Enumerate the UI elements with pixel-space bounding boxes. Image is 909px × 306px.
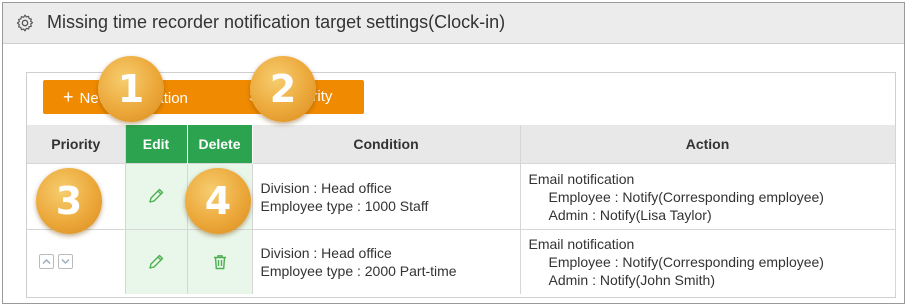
move-down-button[interactable] xyxy=(58,254,73,270)
pencil-icon[interactable] xyxy=(147,187,165,205)
column-header-edit: Edit xyxy=(125,125,188,164)
gear-icon xyxy=(16,14,34,32)
pencil-icon[interactable] xyxy=(147,253,165,271)
table-row: Division : Head office Employee type : 1… xyxy=(27,163,896,230)
condition-employee-type: Employee type : 1000 Staff xyxy=(260,197,429,214)
column-header-priority: Priority xyxy=(27,125,126,164)
delete-cell xyxy=(187,229,253,294)
callout-badge-3: 3 xyxy=(36,168,102,234)
action-title: Email notification xyxy=(528,170,635,187)
action-cell: Email notification Employee : Notify(Cor… xyxy=(520,229,896,294)
condition-division: Division : Head office xyxy=(260,245,392,261)
settings-table: Priority Edit Delete Condition Action Di… xyxy=(27,125,896,294)
condition-cell: Division : Head office Employee type : 1… xyxy=(252,163,521,230)
priority-cell xyxy=(27,229,126,294)
table-header-row: Priority Edit Delete Condition Action xyxy=(27,125,896,164)
table-row: Division : Head office Employee type : 2… xyxy=(27,229,896,294)
callout-badge-1: 1 xyxy=(98,56,164,122)
title-bar: Missing time recorder notification targe… xyxy=(3,3,904,44)
condition-employee-type: Employee type : 2000 Part-time xyxy=(260,263,457,279)
callout-badge-2: 2 xyxy=(250,56,316,122)
action-employee: Employee : Notify(Corresponding employee… xyxy=(548,254,824,270)
action-employee: Employee : Notify(Corresponding employee… xyxy=(548,188,824,205)
chevron-down-icon xyxy=(61,259,70,265)
column-header-condition: Condition xyxy=(252,125,521,164)
action-admin: Admin : Notify(Lisa Taylor) xyxy=(548,206,712,223)
plus-icon: + xyxy=(63,87,74,107)
action-admin: Admin : Notify(John Smith) xyxy=(548,272,716,288)
callout-badge-4: 4 xyxy=(185,168,251,234)
edit-cell xyxy=(125,163,188,230)
action-cell: Email notification Employee : Notify(Cor… xyxy=(520,163,896,230)
chevron-up-icon xyxy=(42,259,51,265)
move-up-button[interactable] xyxy=(39,254,54,270)
action-title: Email notification xyxy=(528,236,635,252)
condition-cell: Division : Head office Employee type : 2… xyxy=(252,229,521,294)
column-header-action: Action xyxy=(520,125,896,164)
edit-cell xyxy=(125,229,188,294)
column-header-delete: Delete xyxy=(187,125,253,164)
page-title: Missing time recorder notification targe… xyxy=(47,12,506,32)
condition-division: Division : Head office xyxy=(260,179,392,196)
trash-icon[interactable] xyxy=(211,253,229,271)
